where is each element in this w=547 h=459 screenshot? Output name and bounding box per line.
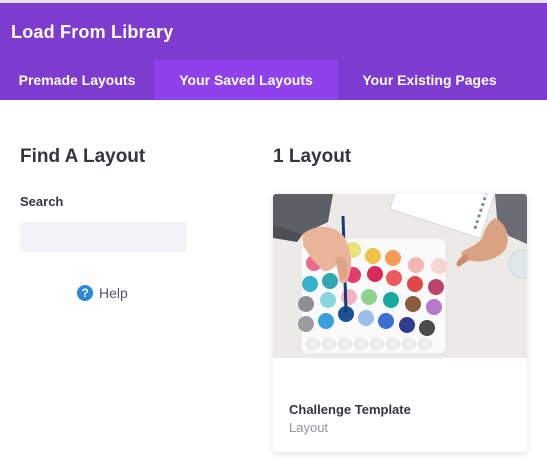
layout-name: Challenge Template [289,402,411,417]
tab-premade-layouts[interactable]: Premade Layouts [0,60,154,100]
modal-header: Load From Library [0,3,547,60]
tab-bar: Premade Layouts Your Saved Layouts Your … [0,60,547,100]
layout-type: Layout [289,420,329,435]
find-layout-heading: Find A Layout [20,146,146,167]
layout-thumbnail-image [273,194,527,358]
layout-card[interactable]: Challenge Template Layout [273,194,527,452]
tab-your-existing-pages[interactable]: Your Existing Pages [338,60,521,100]
tab-your-saved-layouts[interactable]: Your Saved Layouts [154,60,338,100]
modal-title: Load From Library [11,22,174,42]
layout-count-heading: 1 Layout [273,146,352,167]
search-input[interactable] [20,222,187,252]
help-link[interactable]: ? Help [77,284,128,301]
search-label: Search [20,194,64,209]
question-circle-icon: ? [77,284,93,301]
help-label: Help [99,284,128,301]
